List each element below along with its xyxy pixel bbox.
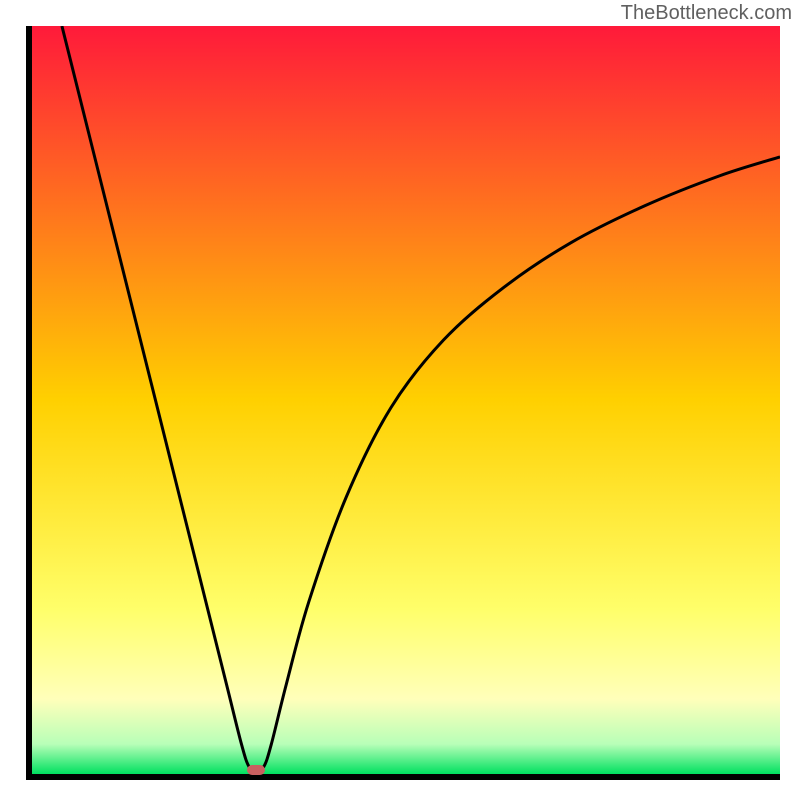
chart-plot-area bbox=[26, 26, 780, 780]
chart-minimum-marker bbox=[247, 765, 265, 775]
watermark-text: TheBottleneck.com bbox=[621, 2, 792, 25]
chart-curve bbox=[32, 26, 780, 774]
